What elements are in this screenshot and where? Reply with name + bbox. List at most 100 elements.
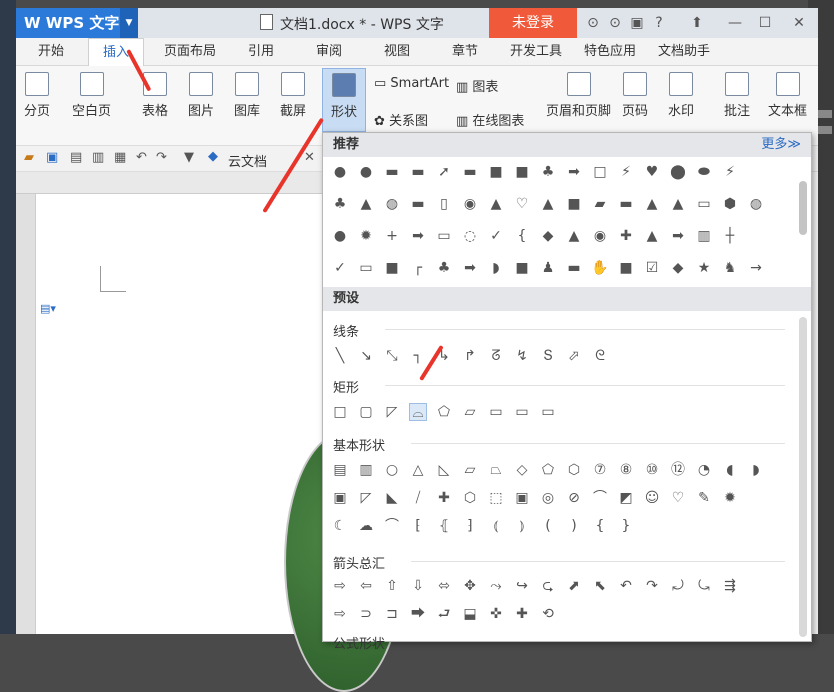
shape-option[interactable]: ▲ [643, 195, 661, 213]
more-link[interactable]: 更多≫ [761, 133, 801, 157]
shape-option[interactable]: ▲ [487, 195, 505, 213]
shape-option[interactable]: □ [331, 403, 349, 421]
undo-icon[interactable]: ↶ [136, 150, 147, 165]
shape-option[interactable]: ⬉ [591, 577, 609, 595]
shape-option[interactable]: ⬚ [487, 489, 505, 507]
shape-option[interactable]: ⁆ [461, 517, 479, 535]
shape-option[interactable]: ⁅ [409, 517, 427, 535]
tab-reference[interactable]: 引用 [248, 38, 274, 66]
settings-icon[interactable]: ⊙ [606, 14, 624, 32]
shape-option[interactable]: ☑ [643, 259, 661, 277]
shape-option[interactable]: ✹ [357, 227, 375, 245]
shape-option[interactable]: ⌒ [383, 517, 401, 535]
shape-option[interactable]: ♣ [331, 195, 349, 213]
shape-option[interactable]: ╲ [331, 347, 349, 365]
shape-option[interactable]: ┼ [721, 227, 739, 245]
shape-option[interactable]: ◖ [721, 461, 739, 479]
shape-option[interactable]: ▬ [565, 259, 583, 277]
shape-option[interactable]: ➚ [435, 163, 453, 181]
tab-review[interactable]: 审阅 [316, 38, 342, 66]
shape-option[interactable]: { [513, 227, 531, 245]
shape-option[interactable]: ➡ [461, 259, 479, 277]
shape-option[interactable]: ✎ [695, 489, 713, 507]
shape-option[interactable]: ▱ [461, 403, 479, 421]
shape-option[interactable]: ◆ [669, 259, 687, 277]
shape-option[interactable]: ▥ [357, 461, 375, 479]
shape-option[interactable]: ⌓ [409, 403, 427, 421]
shape-option[interactable]: ⇨ [331, 605, 349, 623]
shape-option[interactable]: ◉ [461, 195, 479, 213]
shape-option[interactable]: ▥ [695, 227, 713, 245]
shape-option[interactable]: ✓ [331, 259, 349, 277]
shape-option[interactable]: ○ [383, 461, 401, 479]
shape-option[interactable]: ↘ [357, 347, 375, 365]
scrollbar-recommend[interactable] [799, 181, 807, 235]
shape-option[interactable]: ● [331, 163, 349, 181]
shape-option[interactable]: ⤡ [383, 347, 401, 365]
shape-option[interactable]: ⬄ [435, 577, 453, 595]
skin-icon[interactable]: ⊙ [584, 14, 602, 32]
shape-option[interactable]: ▭ [435, 227, 453, 245]
shape-option[interactable]: ↪ [513, 577, 531, 595]
shape-option[interactable]: ⚡ [617, 163, 635, 181]
shape-option[interactable]: ● [357, 163, 375, 181]
shape-option[interactable]: ✹ [721, 489, 739, 507]
shape-option[interactable]: ▭ [487, 403, 505, 421]
shape-option[interactable]: ( [539, 517, 557, 535]
redo-icon[interactable]: ↷ [156, 150, 167, 165]
shape-option[interactable]: { [591, 517, 609, 535]
close-icon[interactable]: ✕ [790, 14, 808, 32]
shape-option[interactable]: □ [591, 163, 609, 181]
help-icon[interactable]: ? [650, 14, 668, 32]
tab-features[interactable]: 特色应用 [584, 38, 636, 66]
shape-option[interactable]: ⑧ [617, 461, 635, 479]
shape-option[interactable]: ⊐ [383, 605, 401, 623]
page-number-button[interactable]: 页码 [622, 72, 648, 119]
smartart-button[interactable]: ▭ SmartArt [374, 76, 449, 91]
shape-option[interactable]: ▣ [513, 489, 531, 507]
maximize-icon[interactable]: ☐ [756, 14, 774, 32]
shape-option[interactable]: ♡ [513, 195, 531, 213]
shape-option[interactable]: ✋ [591, 259, 609, 277]
shape-option[interactable]: ⦆ [513, 517, 531, 535]
shape-option[interactable]: ◣ [383, 489, 401, 507]
shape-option[interactable]: ▬ [383, 163, 401, 181]
wps-menu-button[interactable]: W WPS 文字 [16, 8, 120, 38]
open-icon[interactable]: ▰ [24, 150, 34, 165]
shape-option[interactable]: ▢ [357, 403, 375, 421]
shape-option[interactable]: ⇦ [357, 577, 375, 595]
shape-option[interactable]: ▲ [357, 195, 375, 213]
shape-option[interactable]: ▬ [409, 195, 427, 213]
shape-option[interactable]: ♟ [539, 259, 557, 277]
shape-option[interactable]: ◔ [695, 461, 713, 479]
shape-option[interactable]: ⇧ [383, 577, 401, 595]
shape-option[interactable]: + [383, 227, 401, 245]
shape-option[interactable]: ☁ [357, 517, 375, 535]
shape-option[interactable]: ⇨ [331, 577, 349, 595]
close-tab-icon[interactable]: ✕ [304, 150, 315, 165]
gallery-button[interactable]: 图库 [234, 72, 260, 119]
shape-option[interactable]: ■ [383, 259, 401, 277]
shape-option[interactable]: ■ [487, 163, 505, 181]
shape-option[interactable]: ♣ [539, 163, 557, 181]
shape-option[interactable]: ▬ [617, 195, 635, 213]
shape-option[interactable]: △ [409, 461, 427, 479]
shape-option[interactable]: ◗ [747, 461, 765, 479]
shape-option[interactable]: ⏢ [487, 461, 505, 479]
shape-option[interactable]: ● [331, 227, 349, 245]
shape-option[interactable]: ◗ [487, 259, 505, 277]
shape-option[interactable]: ⤾ [669, 577, 687, 595]
shape-option[interactable]: ┐ [409, 347, 427, 365]
login-button[interactable]: 未登录 [489, 8, 577, 38]
shape-option[interactable]: ■ [513, 259, 531, 277]
shape-option[interactable]: ◉ [591, 227, 609, 245]
shape-option[interactable]: ◆ [539, 227, 557, 245]
shape-option[interactable]: ◺ [435, 461, 453, 479]
shape-option[interactable]: ⊘ [565, 489, 583, 507]
export-icon[interactable]: ▤ [70, 150, 82, 165]
paragraph-icon[interactable]: ▤▾ [40, 302, 56, 315]
shape-option[interactable]: ➡ [409, 227, 427, 245]
shape-option[interactable]: ⮕ [409, 605, 427, 623]
shape-option[interactable]: ▣ [331, 489, 349, 507]
shape-option[interactable]: ✓ [487, 227, 505, 245]
